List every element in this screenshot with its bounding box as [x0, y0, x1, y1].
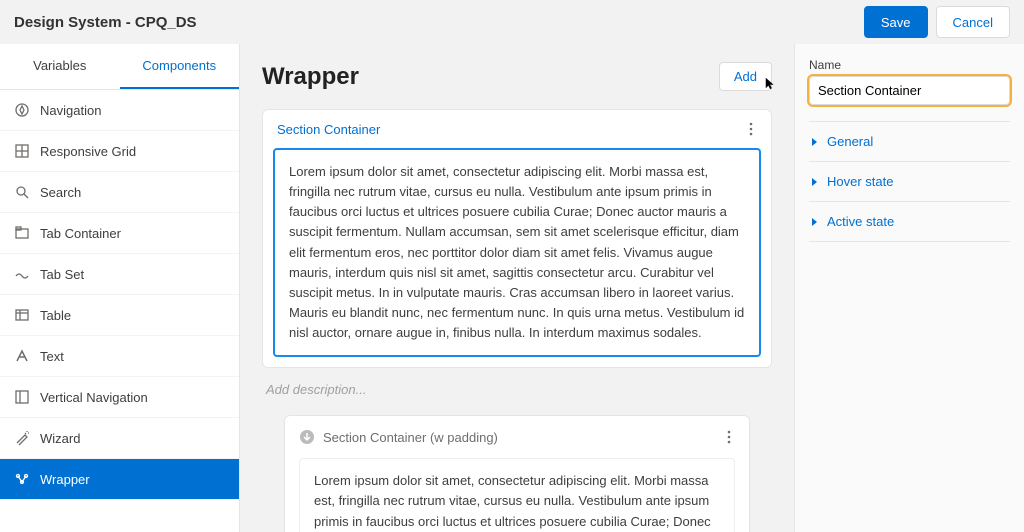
vertical-nav-icon [14, 389, 30, 405]
card-body: Lorem ipsum dolor sit amet, consectetur … [299, 458, 735, 532]
accordion-active-state[interactable]: Active state [809, 202, 1010, 242]
sidebar-item-table[interactable]: Table [0, 295, 239, 336]
chevron-right-icon [811, 137, 819, 147]
section-card-2[interactable]: Section Container (w padding) Lorem ipsu… [284, 415, 750, 532]
main-layout: Variables Components Navigation Responsi… [0, 44, 1024, 532]
accordion-general[interactable]: General [809, 122, 1010, 162]
wrapper-icon [14, 471, 30, 487]
sidebar-item-label: Tab Set [40, 267, 84, 282]
card-body[interactable]: Lorem ipsum dolor sit amet, consectetur … [273, 148, 761, 357]
add-description-placeholder[interactable]: Add description... [266, 382, 768, 397]
tab-set-icon [14, 266, 30, 282]
kebab-menu-icon[interactable] [723, 428, 735, 446]
table-icon [14, 307, 30, 323]
header-actions: Save Cancel [864, 6, 1010, 38]
center-header: Wrapper Add [262, 62, 772, 91]
sidebar-item-search[interactable]: Search [0, 172, 239, 213]
down-arrow-circle-icon [299, 429, 315, 445]
wizard-icon [14, 430, 30, 446]
sidebar-item-responsive-grid[interactable]: Responsive Grid [0, 131, 239, 172]
sidebar-tabs: Variables Components [0, 44, 239, 90]
sidebar-item-navigation[interactable]: Navigation [0, 90, 239, 131]
sidebar-item-label: Wizard [40, 431, 80, 446]
sidebar-item-wizard[interactable]: Wizard [0, 418, 239, 459]
card-label: Section Container [277, 122, 380, 137]
save-button[interactable]: Save [864, 6, 928, 38]
chevron-right-icon [811, 217, 819, 227]
page-breadcrumb-title: Design System - CPQ_DS [14, 14, 197, 31]
sidebar-item-label: Responsive Grid [40, 144, 136, 159]
text-icon [14, 348, 30, 364]
left-sidebar: Variables Components Navigation Responsi… [0, 44, 240, 532]
cancel-button[interactable]: Cancel [936, 6, 1010, 38]
card-header: Section Container (w padding) [285, 416, 749, 458]
tab-container-icon [14, 225, 30, 241]
name-input[interactable] [809, 76, 1010, 105]
sidebar-item-tab-set[interactable]: Tab Set [0, 254, 239, 295]
sidebar-item-vertical-navigation[interactable]: Vertical Navigation [0, 377, 239, 418]
accordion-hover-state[interactable]: Hover state [809, 162, 1010, 202]
component-title: Wrapper [262, 63, 359, 91]
sidebar-item-label: Navigation [40, 103, 101, 118]
top-header: Design System - CPQ_DS Save Cancel [0, 0, 1024, 44]
sidebar-item-text[interactable]: Text [0, 336, 239, 377]
accordion-label: Hover state [827, 174, 893, 189]
sidebar-item-label: Vertical Navigation [40, 390, 148, 405]
card-header: Section Container [263, 110, 771, 144]
sidebar-item-label: Search [40, 185, 81, 200]
accordion-label: Active state [827, 214, 894, 229]
accordion-label: General [827, 134, 873, 149]
component-nav-list: Navigation Responsive Grid Search Tab Co… [0, 90, 239, 532]
grid-icon [14, 143, 30, 159]
chevron-right-icon [811, 177, 819, 187]
properties-panel: Name General Hover state Active state [794, 44, 1024, 532]
search-icon [14, 184, 30, 200]
properties-accordion: General Hover state Active state [809, 121, 1010, 242]
kebab-menu-icon[interactable] [745, 120, 757, 138]
navigation-icon [14, 102, 30, 118]
section-card-1[interactable]: Section Container Lorem ipsum dolor sit … [262, 109, 772, 368]
sidebar-item-tab-container[interactable]: Tab Container [0, 213, 239, 254]
sidebar-item-label: Table [40, 308, 71, 323]
sidebar-item-label: Wrapper [40, 472, 90, 487]
sidebar-item-label: Tab Container [40, 226, 121, 241]
sidebar-item-wrapper[interactable]: Wrapper [0, 459, 239, 500]
center-canvas: Wrapper Add Section Container Lorem ipsu… [240, 44, 794, 532]
cursor-icon [764, 76, 778, 90]
sidebar-item-label: Text [40, 349, 64, 364]
name-field-label: Name [809, 58, 1010, 72]
tab-variables[interactable]: Variables [0, 44, 120, 89]
tab-components[interactable]: Components [120, 44, 240, 89]
card-label: Section Container (w padding) [323, 430, 715, 445]
